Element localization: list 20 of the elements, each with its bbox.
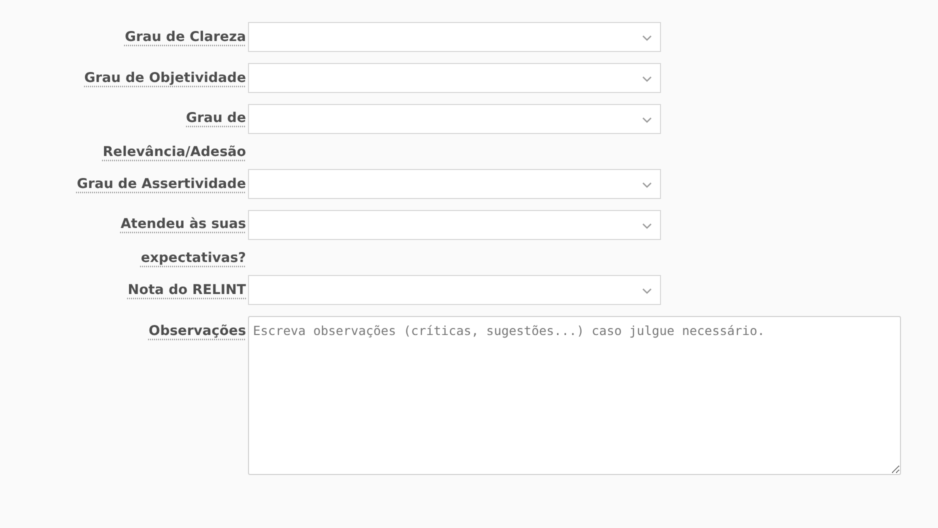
field-label: Atendeu às suas expectativas? [120,215,246,268]
dropdown-field[interactable] [248,63,661,93]
dropdown-field[interactable] [248,210,661,240]
observations-field[interactable]: Escreva observações (críticas, sugestões...) caso julgue necessário. [248,316,901,475]
chevron-down-icon [642,223,652,229]
chevron-down-icon [642,76,652,82]
dropdown-field[interactable] [248,104,661,134]
field-label: Grau de Assertividade [76,175,246,194]
field-label: Grau de Relevância/Adesão [102,109,246,162]
dropdown-field[interactable] [248,275,661,305]
field-label: Grau de Clareza [124,28,246,47]
chevron-down-icon [642,288,652,294]
field-label: Nota do RELINT [128,281,246,300]
field-label: Grau de Objetividade [84,69,246,88]
dropdown-field[interactable] [248,22,661,52]
dropdown-field[interactable] [248,169,661,199]
chevron-down-icon [642,35,652,41]
chevron-down-icon [642,117,652,123]
field-label: Observações [148,322,246,341]
chevron-down-icon [642,182,652,188]
